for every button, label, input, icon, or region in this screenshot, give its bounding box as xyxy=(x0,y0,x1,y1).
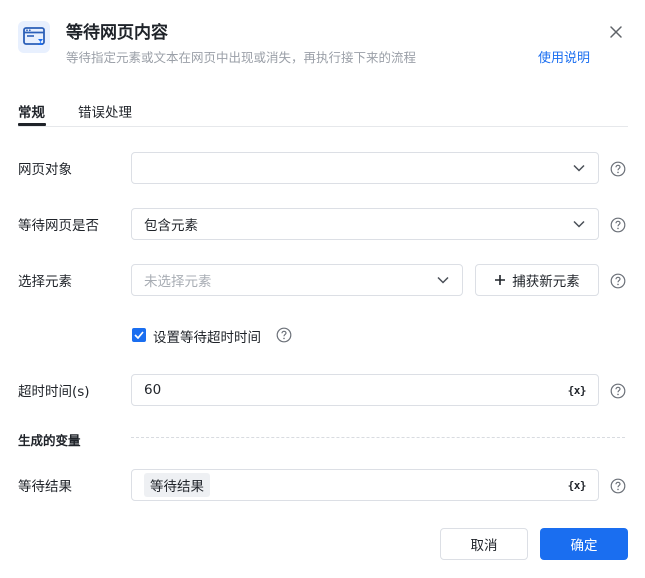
tab-divider xyxy=(18,126,628,127)
select-element-label: 选择元素 xyxy=(18,274,72,290)
capture-element-label: 捕获新元素 xyxy=(512,274,580,290)
chevron-down-icon xyxy=(572,217,586,231)
wait-condition-value: 包含元素 xyxy=(144,218,198,234)
timeout-checkbox[interactable] xyxy=(132,328,146,342)
web-object-select[interactable] xyxy=(131,152,599,184)
help-question-icon[interactable] xyxy=(610,161,626,177)
wait-result-input[interactable]: 等待结果 {x} xyxy=(131,469,599,501)
variable-icon[interactable]: {x} xyxy=(568,479,587,492)
timeout-input[interactable]: 60 {x} xyxy=(131,374,599,406)
wait-condition-select[interactable]: 包含元素 xyxy=(131,208,599,240)
timeout-checkbox-label: 设置等待超时时间 xyxy=(153,330,261,346)
select-element-dropdown[interactable]: 未选择元素 xyxy=(131,264,463,296)
variable-icon[interactable]: {x} xyxy=(568,384,587,397)
tab-general[interactable]: 常规 xyxy=(18,101,45,121)
section-divider xyxy=(131,437,625,438)
tab-error-handling[interactable]: 错误处理 xyxy=(78,101,132,121)
dialog-title: 等待网页内容 xyxy=(66,23,168,43)
checkmark-icon xyxy=(134,331,144,339)
chevron-down-icon xyxy=(572,161,586,175)
help-question-icon[interactable] xyxy=(610,383,626,399)
help-question-icon[interactable] xyxy=(610,478,626,494)
close-icon xyxy=(610,26,622,38)
help-question-icon[interactable] xyxy=(276,327,292,343)
web-object-label: 网页对象 xyxy=(18,162,72,178)
generated-vars-title: 生成的变量 xyxy=(18,433,81,448)
help-question-icon[interactable] xyxy=(610,217,626,233)
dialog-subtitle: 等待指定元素或文本在网页中出现或消失，再执行接下来的流程 xyxy=(66,50,417,65)
variable-tag[interactable]: 等待结果 xyxy=(144,473,210,497)
close-button[interactable] xyxy=(604,20,628,44)
timeout-label: 超时时间(s) xyxy=(18,384,90,400)
help-link[interactable]: 使用说明 xyxy=(538,47,590,66)
browser-window-icon xyxy=(18,21,50,53)
timeout-value: 60 xyxy=(144,382,162,398)
cancel-button[interactable]: 取消 xyxy=(440,528,528,560)
capture-element-button[interactable]: 捕获新元素 xyxy=(475,264,599,296)
help-question-icon[interactable] xyxy=(610,273,626,289)
select-element-placeholder: 未选择元素 xyxy=(144,274,212,290)
plus-icon xyxy=(495,275,506,285)
ok-button[interactable]: 确定 xyxy=(540,528,628,560)
chevron-down-icon xyxy=(436,273,450,287)
wait-result-label: 等待结果 xyxy=(18,479,72,495)
wait-condition-label: 等待网页是否 xyxy=(18,218,99,234)
